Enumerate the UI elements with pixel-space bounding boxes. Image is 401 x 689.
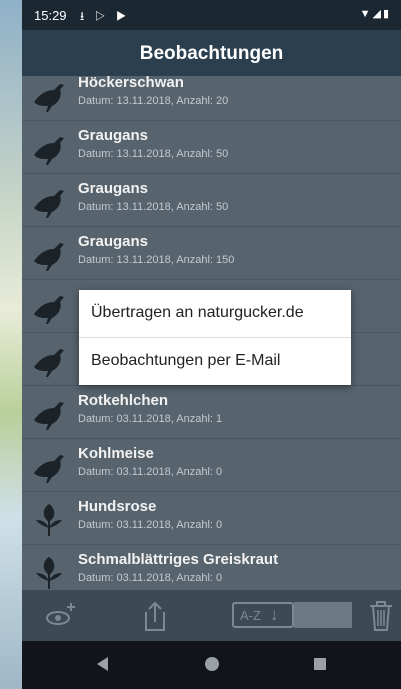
list-item[interactable]: Graugans Datum: 13.11.2018, Anzahl: 50	[22, 121, 401, 174]
observation-name: Höckerschwan	[78, 76, 184, 91]
bird-icon	[34, 296, 64, 324]
upload-naturgucker-option[interactable]: Übertragen an naturgucker.de	[79, 290, 351, 338]
sort-toggle-track[interactable]	[294, 602, 352, 628]
list-item[interactable]: Schmalblättriges Greiskraut Datum: 03.11…	[22, 545, 401, 590]
plant-icon	[36, 557, 62, 589]
sort-button[interactable]: A-Z ↓	[232, 602, 294, 628]
bird-icon	[34, 402, 64, 430]
page-title: Beobachtungen	[139, 43, 284, 64]
list-item[interactable]: Rotkehlchen Datum: 03.11.2018, Anzahl: 1	[22, 386, 401, 439]
export-options-dialog: Übertragen an naturgucker.de Beobachtung…	[79, 290, 351, 385]
observation-meta: Datum: 13.11.2018, Anzahl: 20	[78, 95, 229, 107]
list-item[interactable]: Kohlmeise Datum: 03.11.2018, Anzahl: 0	[22, 439, 401, 492]
app-bar: Beobachtungen	[22, 30, 401, 76]
email-observations-option[interactable]: Beobachtungen per E-Mail	[79, 338, 351, 385]
phone-screen: 15:29 ⭳ ▷ ▶ ▼◢▮ Beobachtungen Höckerschw…	[22, 0, 401, 689]
observation-meta: Datum: 03.11.2018, Anzahl: 1	[78, 413, 223, 425]
list-item[interactable]: Graugans Datum: 13.11.2018, Anzahl: 150	[22, 227, 401, 280]
recent-apps-icon[interactable]	[314, 658, 326, 670]
arrow-down-icon: ↓	[270, 605, 279, 624]
observation-name: Rotkehlchen	[78, 392, 169, 409]
bird-icon	[34, 84, 64, 112]
observation-name: Schmalblättriges Greiskraut	[78, 551, 279, 568]
observation-name: Graugans	[78, 127, 149, 144]
bird-icon	[34, 137, 64, 165]
sort-label: A-Z	[240, 608, 261, 623]
observation-meta: Datum: 13.11.2018, Anzahl: 50	[78, 201, 229, 213]
bird-icon	[34, 455, 64, 483]
bird-icon	[34, 190, 64, 218]
share-icon[interactable]	[142, 600, 168, 632]
list-item[interactable]: Hundsrose Datum: 03.11.2018, Anzahl: 0	[22, 492, 401, 545]
system-icons: ▼◢▮	[359, 8, 391, 20]
observation-meta: Datum: 03.11.2018, Anzahl: 0	[78, 572, 223, 584]
status-bar: 15:29 ⭳ ▷ ▶ ▼◢▮	[22, 0, 401, 30]
trash-icon[interactable]	[368, 600, 394, 632]
android-nav-bar	[22, 641, 401, 689]
list-item[interactable]: Graugans Datum: 13.11.2018, Anzahl: 50	[22, 174, 401, 227]
plant-icon	[36, 504, 62, 536]
observation-meta: Datum: 03.11.2018, Anzahl: 0	[78, 519, 223, 531]
email-observations-label: Beobachtungen per E-Mail	[91, 352, 281, 369]
notification-icons: ⭳ ▷ ▶	[80, 9, 131, 23]
back-icon[interactable]	[97, 657, 108, 671]
observation-name: Kohlmeise	[78, 445, 154, 462]
list-item[interactable]: Höckerschwan Datum: 13.11.2018, Anzahl: …	[22, 76, 401, 121]
observation-meta: Datum: 03.11.2018, Anzahl: 0	[78, 466, 223, 478]
add-observation-icon[interactable]	[44, 600, 78, 630]
upload-naturgucker-label: Übertragen an naturgucker.de	[91, 304, 304, 321]
status-time: 15:29	[34, 8, 67, 23]
bottom-toolbar: A-Z ↓	[22, 590, 401, 641]
observation-meta: Datum: 13.11.2018, Anzahl: 150	[78, 254, 235, 266]
observation-meta: Datum: 13.11.2018, Anzahl: 50	[78, 148, 229, 160]
observation-name: Graugans	[78, 180, 149, 197]
bird-icon	[34, 243, 64, 271]
home-icon[interactable]	[205, 657, 219, 671]
observation-name: Hundsrose	[78, 498, 157, 515]
wallpaper-strip	[0, 0, 22, 689]
observation-name: Graugans	[78, 233, 149, 250]
bird-icon	[34, 349, 64, 377]
